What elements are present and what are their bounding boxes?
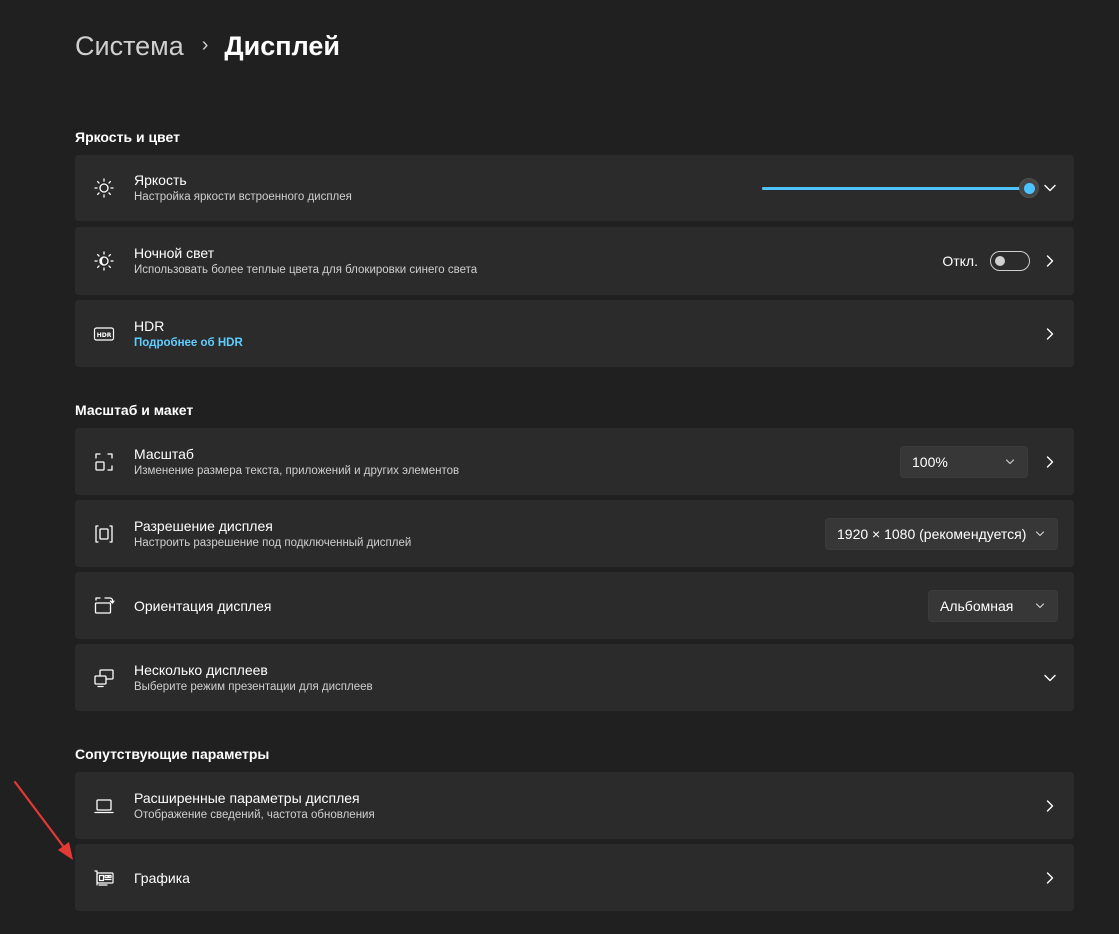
scale-dropdown[interactable]: 100% <box>900 445 1028 478</box>
hdr-link[interactable]: Подробнее об HDR <box>134 335 243 351</box>
brightness-title: Яркость <box>134 172 187 188</box>
advanced-display-card[interactable]: Расширенные параметры дисплея Отображени… <box>75 772 1074 839</box>
slider-fill <box>762 187 1029 190</box>
resolution-icon <box>93 523 115 545</box>
night-light-texts: Ночной свет Использовать более теплые цв… <box>134 244 477 278</box>
chevron-down-icon <box>1035 529 1045 539</box>
orientation-card: Ориентация дисплея Альбомная <box>75 572 1074 639</box>
resolution-card: Разрешение дисплея Настроить разрешение … <box>75 500 1074 567</box>
chevron-down-icon[interactable] <box>1043 671 1057 685</box>
chevron-right-icon[interactable] <box>1043 254 1057 268</box>
advanced-display-texts: Расширенные параметры дисплея Отображени… <box>134 789 375 823</box>
night-light-state: Откл. <box>942 253 978 269</box>
chevron-right-icon[interactable] <box>1043 799 1057 813</box>
resolution-dropdown-value: 1920 × 1080 (рекомендуется) <box>837 525 1027 542</box>
brightness-subtitle: Настройка яркости встроенного дисплея <box>134 191 352 203</box>
section-title-scale-layout: Масштаб и макет <box>75 402 194 418</box>
section-title-related: Сопутствующие параметры <box>75 746 270 762</box>
chevron-down-icon[interactable] <box>1043 181 1057 195</box>
graphics-title: Графика <box>134 869 190 886</box>
breadcrumb-separator: › <box>201 33 209 56</box>
scale-icon <box>93 451 115 473</box>
multiple-displays-icon <box>93 667 115 689</box>
resolution-title: Разрешение дисплея <box>134 517 273 534</box>
brightness-icon <box>93 177 115 199</box>
multiple-displays-subtitle: Выберите режим презентации для дисплеев <box>134 680 373 693</box>
slider-thumb[interactable] <box>1019 178 1039 198</box>
chevron-down-icon <box>1035 601 1045 611</box>
orientation-icon <box>93 595 115 617</box>
resolution-subtitle: Настроить разрешение под подключенный ди… <box>134 536 412 549</box>
resolution-dropdown[interactable]: 1920 × 1080 (рекомендуется) <box>825 517 1058 550</box>
night-light-subtitle: Использовать более теплые цвета для блок… <box>134 264 478 276</box>
annotation-arrow-icon <box>13 780 73 860</box>
orientation-dropdown[interactable]: Альбомная <box>928 589 1058 622</box>
hdr-card[interactable]: HDR HDR Подробнее об HDR <box>75 300 1074 367</box>
breadcrumb: Система › Дисплей <box>75 28 340 64</box>
settings-page: Система › Дисплей Яркость и цвет Яркость… <box>0 0 1119 934</box>
scale-card[interactable]: Масштаб Изменение размера текста, прилож… <box>75 428 1074 495</box>
breadcrumb-parent[interactable]: Система <box>75 31 184 62</box>
night-light-icon <box>93 250 115 272</box>
hdr-title: HDR <box>134 317 165 334</box>
scale-texts: Масштаб Изменение размера текста, прилож… <box>134 445 459 479</box>
laptop-icon <box>93 795 115 817</box>
advanced-display-subtitle: Отображение сведений, частота обновления <box>134 808 375 821</box>
hdr-texts: HDR Подробнее об HDR <box>134 317 243 351</box>
night-light-card[interactable]: Ночной свет Использовать более теплые цв… <box>75 227 1074 295</box>
scale-subtitle: Изменение размера текста, приложений и д… <box>134 464 460 477</box>
chevron-right-icon[interactable] <box>1043 327 1057 341</box>
multiple-displays-title: Несколько дисплеев <box>134 661 268 678</box>
orientation-title: Ориентация дисплея <box>134 597 272 614</box>
brightness-slider[interactable] <box>762 178 1039 198</box>
advanced-display-title: Расширенные параметры дисплея <box>134 789 360 806</box>
page-title: Дисплей <box>224 30 340 61</box>
multiple-displays-card[interactable]: Несколько дисплеев Выберите режим презен… <box>75 644 1074 711</box>
graphics-card-icon <box>93 867 115 889</box>
scale-title: Масштаб <box>134 445 194 462</box>
multiple-displays-texts: Несколько дисплеев Выберите режим презен… <box>134 661 373 695</box>
graphics-card[interactable]: Графика <box>75 844 1074 911</box>
resolution-texts: Разрешение дисплея Настроить разрешение … <box>134 517 411 551</box>
graphics-texts: Графика <box>134 869 190 887</box>
svg-text:HDR: HDR <box>97 332 112 339</box>
orientation-dropdown-value: Альбомная <box>940 597 1014 614</box>
brightness-texts: Яркость Настройка яркости встроенного ди… <box>134 171 352 205</box>
orientation-texts: Ориентация дисплея <box>134 597 271 615</box>
chevron-down-icon <box>1005 457 1015 467</box>
night-light-toggle[interactable] <box>990 251 1030 271</box>
night-light-title: Ночной свет <box>134 245 215 261</box>
section-title-brightness-color: Яркость и цвет <box>75 129 180 145</box>
scale-dropdown-value: 100% <box>912 453 948 470</box>
chevron-right-icon[interactable] <box>1043 455 1057 469</box>
hdr-icon: HDR <box>93 323 115 345</box>
brightness-card: Яркость Настройка яркости встроенного ди… <box>75 155 1074 221</box>
chevron-right-icon[interactable] <box>1043 871 1057 885</box>
